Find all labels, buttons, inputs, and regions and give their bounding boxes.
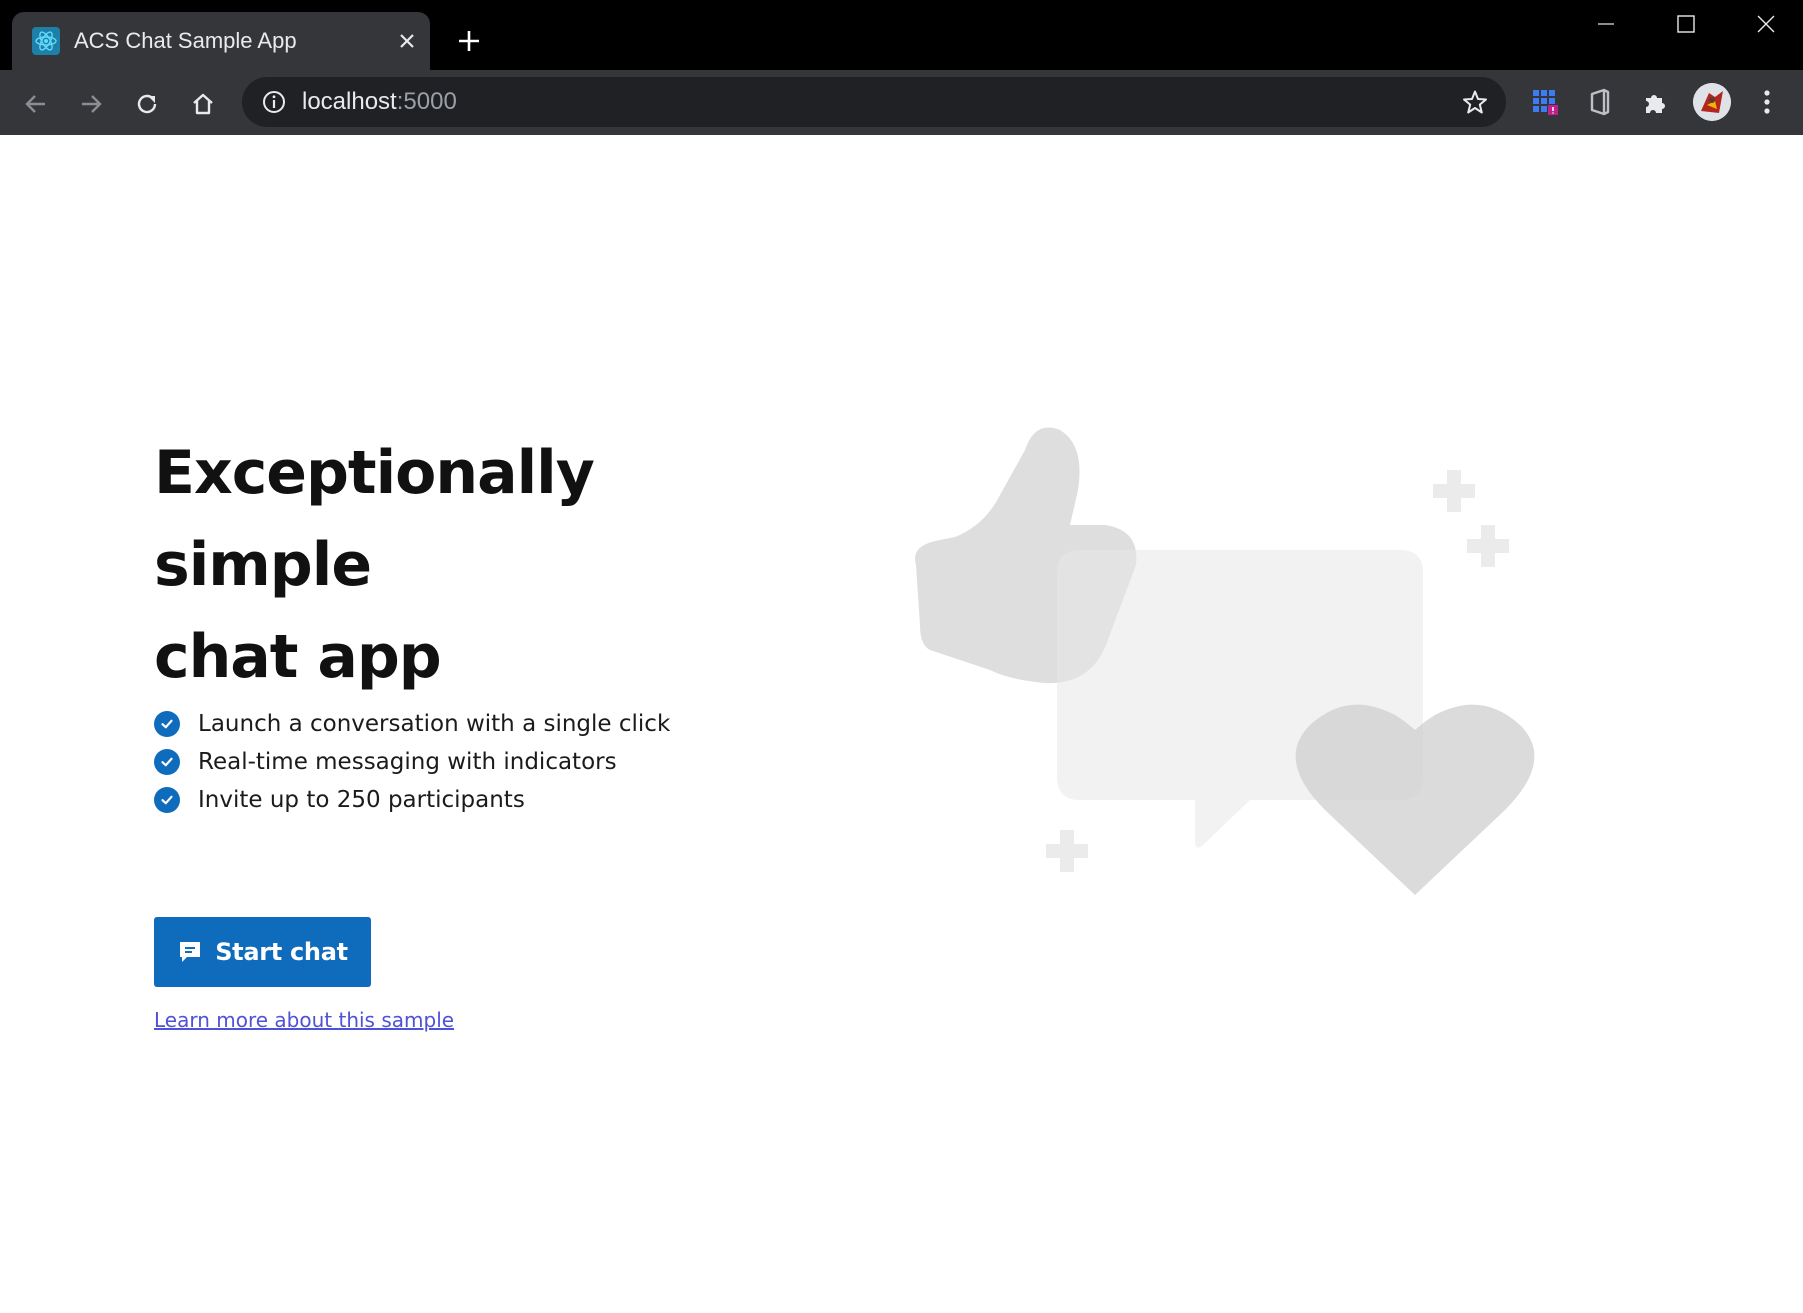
page-title-line2: chat app [154, 622, 442, 692]
new-tab-icon[interactable] [452, 24, 486, 58]
bookmark-star-icon[interactable] [1462, 89, 1488, 115]
feature-text: Real-time messaging with indicators [198, 749, 617, 775]
checkmark-icon [154, 787, 180, 813]
react-atom-icon [32, 27, 60, 55]
maximize-icon[interactable] [1654, 6, 1718, 42]
office-extension-icon[interactable] [1582, 84, 1618, 120]
home-icon[interactable] [185, 86, 221, 122]
feature-item: Launch a conversation with a single clic… [154, 705, 670, 743]
browser-toolbar: localhost:5000 [0, 70, 1803, 135]
profile-avatar[interactable] [1693, 83, 1731, 121]
reload-icon[interactable] [129, 86, 165, 122]
hero-illustration [915, 427, 1535, 895]
url-port: :5000 [396, 88, 457, 115]
back-arrow-icon[interactable] [18, 86, 54, 122]
forward-arrow-icon[interactable] [73, 86, 109, 122]
active-tab[interactable]: ACS Chat Sample App [12, 12, 430, 70]
page-title: Exceptionally simple chat app [154, 427, 794, 703]
page-title-line1: Exceptionally simple [154, 438, 595, 600]
address-bar[interactable]: localhost:5000 [242, 77, 1506, 127]
feature-list: Launch a conversation with a single clic… [154, 705, 670, 819]
url-host: localhost [302, 88, 397, 115]
checkmark-icon [154, 749, 180, 775]
puzzle-extensions-icon[interactable] [1637, 84, 1673, 120]
more-menu-icon[interactable] [1749, 84, 1785, 120]
feature-item: Invite up to 250 participants [154, 781, 670, 819]
tab-title: ACS Chat Sample App [74, 28, 297, 53]
start-chat-label: Start chat [215, 938, 348, 966]
feature-text: Launch a conversation with a single clic… [198, 711, 671, 737]
heart-icon [1295, 704, 1535, 895]
browser-window: ACS Chat Sample App localhost:5000 [0, 0, 1803, 135]
start-chat-button[interactable]: Start chat [154, 917, 371, 987]
site-info-icon[interactable] [262, 90, 286, 114]
minimize-icon[interactable] [1574, 6, 1638, 42]
url-text[interactable]: localhost:5000 [302, 88, 457, 116]
tab-strip: ACS Chat Sample App [0, 0, 1803, 70]
close-tab-icon[interactable] [392, 26, 422, 56]
grid-extension-icon[interactable] [1527, 84, 1563, 120]
close-window-icon[interactable] [1734, 6, 1798, 42]
feature-item: Real-time messaging with indicators [154, 743, 670, 781]
checkmark-icon [154, 711, 180, 737]
page-content: Exceptionally simple chat app Launch a c… [0, 135, 1803, 1313]
learn-more-link[interactable]: Learn more about this sample [154, 1008, 454, 1032]
feature-text: Invite up to 250 participants [198, 787, 525, 813]
chat-icon [180, 942, 201, 962]
